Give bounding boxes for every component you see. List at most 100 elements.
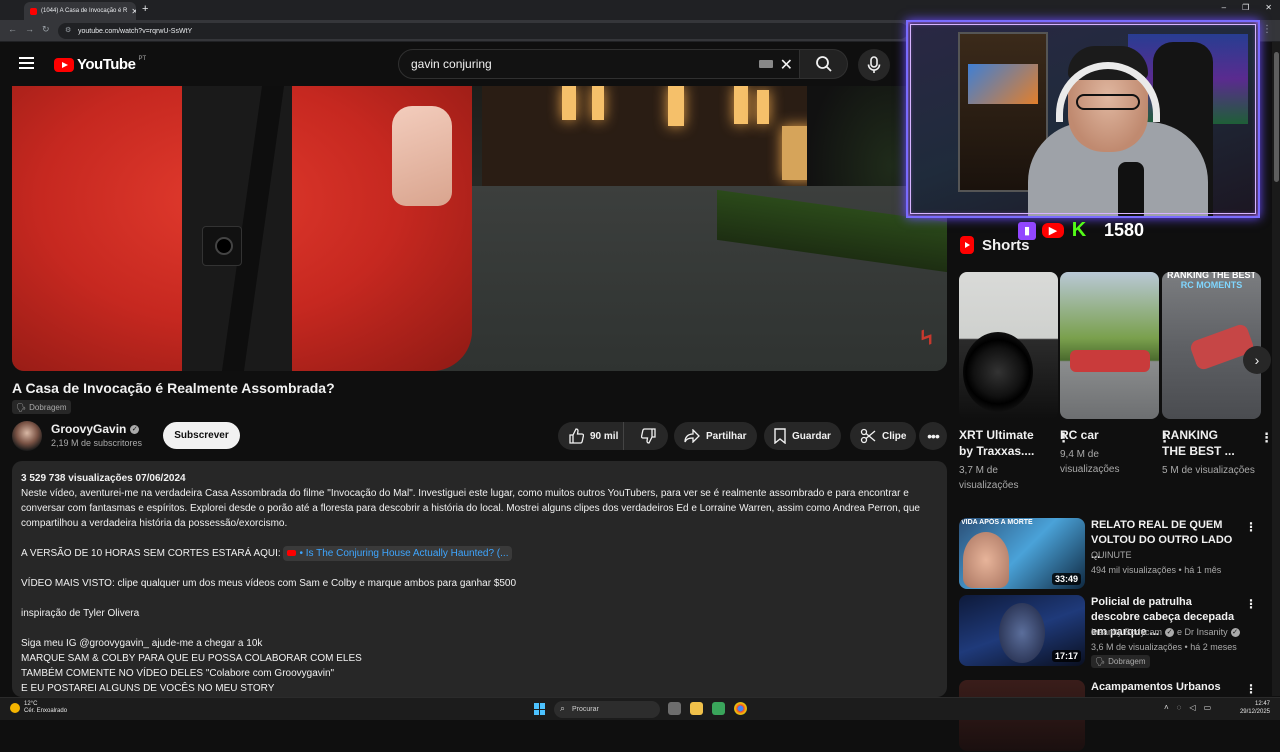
inspiration-line: inspiração de Tyler Olivera: [21, 608, 140, 619]
save-button[interactable]: Guardar: [764, 422, 841, 450]
clock[interactable]: 12:47 29/12/2025: [1240, 700, 1270, 716]
scrollbar-thumb[interactable]: [1274, 52, 1279, 182]
browser-tab[interactable]: (1044) A Casa de Invocação é R ✕: [24, 2, 136, 20]
recommended-channel[interactable]: QUINUTE: [1091, 550, 1132, 560]
kebab-menu-icon[interactable]: ⋮: [1245, 520, 1257, 534]
site-info-icon[interactable]: ⚙: [65, 26, 71, 34]
ten-hour-line: A VERSÃO DE 10 HORAS SEM CORTES ESTARÁ A…: [21, 546, 938, 561]
dubbing-icon: 🗣: [16, 402, 27, 412]
recommended-meta: 3,6 M de visualizações • há 2 meses: [1091, 642, 1237, 652]
recommended-video[interactable]: VIDA APÓS A MORTE 33:49 RELATO REAL DE Q…: [959, 518, 1269, 590]
short-views: 9,4 M de visualizações: [1060, 449, 1120, 475]
windows-start-icon[interactable]: [534, 703, 546, 715]
search-icon: [815, 56, 832, 72]
ten-hour-video-link[interactable]: • Is The Conjuring House Actually Haunte…: [283, 546, 513, 561]
short-thumbnail[interactable]: RANKING THE BEST RC MOMENTS: [1162, 272, 1261, 419]
shorts-next-button[interactable]: ›: [1243, 346, 1271, 374]
youtube-icon: ▶: [1042, 223, 1064, 238]
dislike-button[interactable]: [630, 422, 668, 450]
youtube-mini-icon: [287, 550, 297, 557]
ten-hour-link-text: • Is The Conjuring House Actually Haunte…: [299, 548, 509, 559]
youtube-play-icon: [54, 57, 74, 72]
reload-icon[interactable]: ↻: [42, 24, 50, 35]
address-bar[interactable]: ⚙ youtube.com/watch?v=rqrwU-SsWtY: [58, 23, 908, 39]
youtube-favicon-icon: [30, 7, 37, 15]
weather-text: Cér. Enxoalrado: [24, 708, 68, 714]
logo-text: YouTube: [77, 56, 136, 73]
back-icon[interactable]: ←: [8, 24, 17, 34]
chrome-icon[interactable]: [734, 702, 747, 715]
battery-icon[interactable]: ▭: [1204, 703, 1212, 712]
search-button[interactable]: [800, 49, 848, 79]
dubbing-icon: 🗣: [1095, 657, 1106, 666]
clock-time: 12:47: [1254, 701, 1270, 707]
share-button[interactable]: Partilhar: [674, 422, 757, 450]
search-input[interactable]: gavin conjuring ✕: [398, 49, 800, 79]
forward-icon[interactable]: →: [25, 24, 34, 34]
recommended-thumbnail[interactable]: VIDA APÓS A MORTE 33:49: [959, 518, 1085, 589]
clip-label: Clipe: [882, 430, 907, 442]
volume-icon[interactable]: ◁: [1189, 703, 1195, 712]
task-view-icon[interactable]: [668, 702, 681, 715]
recommended-thumbnail[interactable]: 17:17: [959, 595, 1085, 666]
kebab-menu-icon[interactable]: ⋮: [1245, 597, 1257, 611]
weather-widget[interactable]: 12°C Cér. Enxoalrado: [10, 701, 67, 715]
recommended-channel[interactable]: Insanity Bodycam ✓ e Dr Insanity ✓: [1091, 627, 1240, 637]
short-title[interactable]: RC car: [1060, 427, 1142, 443]
browser-tab-bar: (1044) A Casa de Invocação é R ✕ + – ❐ ✕: [0, 0, 1280, 20]
streamer-social-row: ▮ ▶ K 1580: [1018, 219, 1144, 241]
mic-icon: [867, 56, 881, 73]
keyboard-icon[interactable]: [759, 60, 773, 68]
clip-button[interactable]: Clipe: [850, 422, 917, 450]
like-button[interactable]: 90 mil: [558, 422, 625, 450]
short-title[interactable]: RANKING THE BEST ...: [1162, 427, 1244, 459]
short-thumbnail[interactable]: [1060, 272, 1159, 419]
file-explorer-icon[interactable]: [690, 702, 703, 715]
network-icon[interactable]: ◌: [1177, 703, 1182, 712]
short-thumbnail[interactable]: [959, 272, 1058, 419]
close-window-button[interactable]: ✕: [1265, 3, 1272, 12]
save-label: Guardar: [792, 430, 831, 442]
video-player[interactable]: ϟ: [12, 86, 947, 371]
recommended-video[interactable]: 17:17 Policial de patrulha descobre cabe…: [959, 595, 1269, 668]
scissors-icon: [860, 428, 876, 444]
temperature: 12°C: [24, 701, 38, 707]
chevron-up-icon[interactable]: ˄: [1164, 703, 1169, 712]
channel-avatar[interactable]: [12, 421, 42, 451]
view-stats: 3 529 738 visualizações 07/06/2024: [21, 473, 186, 484]
new-tab-button[interactable]: +: [142, 3, 148, 15]
subscribe-button[interactable]: Subscrever: [163, 422, 240, 449]
store-icon[interactable]: [712, 702, 725, 715]
short-views: 3,7 M de visualizações: [959, 465, 1019, 491]
short-card[interactable]: RANKING THE BEST RC MOMENTS RANKING THE B…: [1162, 272, 1273, 478]
maximize-button[interactable]: ❐: [1242, 3, 1249, 12]
verified-icon: ✓: [1230, 627, 1240, 637]
video-description[interactable]: 3 529 738 visualizações 07/06/2024 Neste…: [12, 461, 947, 697]
share-icon: [684, 429, 700, 443]
share-label: Partilhar: [706, 430, 747, 442]
menu-icon[interactable]: [19, 57, 34, 69]
clock-date: 29/12/2025: [1239, 709, 1270, 715]
window-controls: – ❐ ✕: [1222, 3, 1272, 12]
taskbar-search[interactable]: Procurar: [554, 701, 660, 718]
browser-menu-icon[interactable]: ⋮: [1262, 24, 1272, 35]
more-actions-button[interactable]: •••: [919, 422, 947, 450]
video-house: [482, 86, 842, 186]
youtube-logo[interactable]: YouTube PT: [54, 56, 146, 73]
short-title[interactable]: XRT Ultimate by Traxxas....: [959, 427, 1041, 459]
minimize-button[interactable]: –: [1222, 3, 1226, 12]
shorts-icon: [960, 236, 974, 254]
video-title: A Casa de Invocação é Realmente Assombra…: [12, 380, 335, 396]
voice-search-button[interactable]: [858, 49, 890, 81]
kebab-menu-icon[interactable]: ⋮: [1245, 682, 1257, 696]
thumbs-up-icon: [569, 428, 584, 444]
shorts-label: Shorts: [982, 236, 1030, 254]
system-tray[interactable]: ˄ ◌ ◁ ▭: [1164, 703, 1211, 712]
search-query: gavin conjuring: [411, 57, 492, 71]
short-card[interactable]: XRT Ultimate by Traxxas.... 3,7 M de vis…: [959, 272, 1070, 493]
short-card[interactable]: RC car 9,4 M de visualizações ⋮: [1060, 272, 1171, 477]
channel-name-link[interactable]: GroovyGavin ✓: [51, 422, 140, 436]
youtube-header: YouTube PT gavin conjuring ✕: [0, 42, 948, 86]
tab-close-icon[interactable]: ✕: [131, 7, 136, 16]
clear-icon[interactable]: ✕: [780, 55, 793, 75]
